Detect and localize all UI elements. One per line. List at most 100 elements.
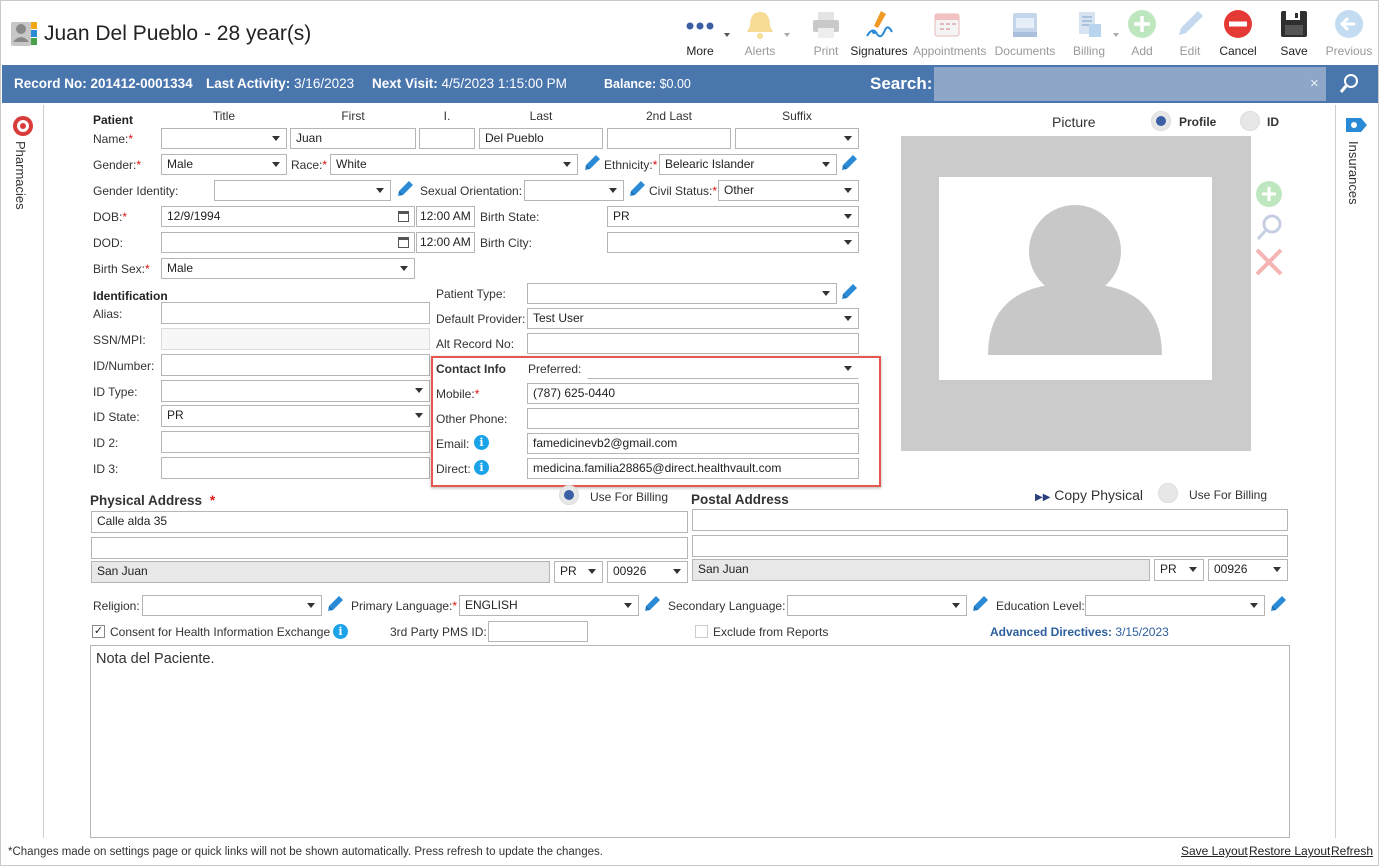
gender-identity-edit-pencil-icon[interactable] <box>396 180 414 198</box>
postal-line1-input[interactable] <box>692 509 1288 531</box>
patient-type-edit-pencil-icon[interactable] <box>840 283 858 301</box>
postal-zip-select[interactable]: 00926 <box>1208 559 1288 581</box>
advanced-directives-link[interactable]: Advanced Directives: 3/15/2023 <box>990 624 1169 640</box>
ssn-input[interactable] <box>161 328 430 350</box>
consent-checkbox[interactable]: ✓ <box>92 625 105 638</box>
second-last-input[interactable] <box>607 128 731 149</box>
direct-info-icon[interactable]: i <box>474 460 489 475</box>
ethnicity-select[interactable]: Belearic Islander <box>659 154 837 175</box>
search-clear-icon[interactable]: × <box>1310 75 1319 92</box>
postal-state-select[interactable]: PR <box>1154 559 1204 581</box>
gender-select[interactable]: Male <box>161 154 287 175</box>
birth-state-select[interactable]: PR <box>607 206 859 227</box>
ethnicity-edit-pencil-icon[interactable] <box>840 154 858 172</box>
first-name-input[interactable]: Juan <box>290 128 416 149</box>
alt-record-input[interactable] <box>527 333 859 354</box>
id2-input[interactable] <box>161 431 430 453</box>
alerts-dropdown-arrow-icon[interactable] <box>784 33 790 37</box>
previous-icon <box>1335 10 1363 38</box>
civil-status-select[interactable]: Other <box>718 180 859 201</box>
id-type-select[interactable] <box>161 380 430 402</box>
calendar-icon[interactable] <box>398 211 409 222</box>
consent-info-icon[interactable]: i <box>333 624 348 639</box>
primary-language-edit-pencil-icon[interactable] <box>643 595 661 613</box>
delete-picture-icon[interactable] <box>1254 247 1284 277</box>
pharmacies-tab[interactable]: Pharmacies <box>13 141 28 210</box>
email-input[interactable]: famedicinevb2@gmail.com <box>527 433 859 454</box>
physical-line2-input[interactable] <box>91 537 688 559</box>
secondary-language-edit-pencil-icon[interactable] <box>971 595 989 613</box>
patient-notes-textarea[interactable]: Nota del Paciente. <box>90 645 1290 838</box>
race-edit-pencil-icon[interactable] <box>583 154 601 172</box>
picture-frame <box>901 136 1251 451</box>
profile-radio[interactable] <box>1151 111 1171 131</box>
cancel-toolbar-button[interactable]: Cancel <box>1210 5 1266 59</box>
signatures-toolbar-button[interactable]: Signatures <box>850 5 908 59</box>
physical-use-billing-radio[interactable] <box>559 485 579 505</box>
dob-time-input[interactable]: 12:00 AM <box>416 206 475 227</box>
birth-city-select[interactable] <box>607 232 859 253</box>
last-name-input[interactable]: Del Pueblo <box>479 128 603 149</box>
add-picture-icon[interactable] <box>1255 180 1283 208</box>
dod-input[interactable] <box>161 232 415 253</box>
pms-id-input[interactable] <box>488 621 588 642</box>
refresh-link[interactable]: Refresh <box>1331 844 1373 858</box>
sexual-orientation-select[interactable] <box>524 180 624 201</box>
race-select[interactable]: White <box>330 154 578 175</box>
secondary-language-select[interactable] <box>787 595 967 616</box>
primary-language-select[interactable]: ENGLISH <box>459 595 639 616</box>
dod-time-input[interactable]: 12:00 AM <box>416 232 475 253</box>
search-icon[interactable] <box>1330 67 1368 101</box>
default-provider-select[interactable]: Test User <box>527 308 859 329</box>
initial-input[interactable] <box>419 128 475 149</box>
info-bar: Record No: 201412-0001334 Last Activity:… <box>2 65 1378 103</box>
search-input[interactable] <box>934 67 1326 101</box>
physical-state-select[interactable]: PR <box>554 561 603 583</box>
education-level-select[interactable] <box>1085 595 1265 616</box>
physical-zip-select[interactable]: 00926 <box>607 561 688 583</box>
copy-physical-button[interactable]: ▶▶ Copy Physical <box>1035 487 1143 506</box>
more-dropdown-arrow-icon[interactable] <box>724 33 730 37</box>
restore-layout-link[interactable]: Restore Layout <box>1249 844 1330 858</box>
appointments-icon <box>934 13 960 37</box>
physical-line1-input[interactable]: Calle alda 35 <box>91 511 688 533</box>
email-info-icon[interactable]: i <box>474 435 489 450</box>
postal-city-input[interactable]: San Juan <box>692 559 1150 581</box>
insurances-icon[interactable] <box>1344 114 1368 136</box>
postal-use-billing-radio[interactable] <box>1158 483 1178 503</box>
previous-toolbar-button[interactable]: Previous <box>1321 5 1377 59</box>
id-state-select[interactable]: PR <box>161 405 430 427</box>
id-radio[interactable] <box>1240 111 1260 131</box>
physical-city-input[interactable]: San Juan <box>91 561 550 583</box>
other-phone-input[interactable] <box>527 408 859 429</box>
dob-input[interactable]: 12/9/1994 <box>161 206 415 227</box>
religion-select[interactable] <box>142 595 322 616</box>
insurances-tab[interactable]: Insurances <box>1346 141 1361 205</box>
title-select[interactable] <box>161 128 287 149</box>
gender-identity-select[interactable] <box>214 180 391 201</box>
patient-type-select[interactable] <box>527 283 837 304</box>
save-layout-link[interactable]: Save Layout <box>1181 844 1248 858</box>
postal-line2-input[interactable] <box>692 535 1288 557</box>
birth-sex-select[interactable]: Male <box>161 258 415 279</box>
id-number-input[interactable] <box>161 354 430 376</box>
documents-toolbar-button[interactable]: Documents <box>995 5 1055 59</box>
suffix-select[interactable] <box>735 128 859 149</box>
alias-input[interactable] <box>161 302 430 324</box>
preferred-select[interactable] <box>587 358 859 379</box>
alerts-toolbar-button[interactable]: Alerts <box>732 5 790 59</box>
mobile-input[interactable]: (787) 625-0440 <box>527 383 859 404</box>
id3-input[interactable] <box>161 457 430 479</box>
more-toolbar-button[interactable]: More <box>672 5 730 59</box>
direct-label: Direct: <box>436 462 471 476</box>
religion-edit-pencil-icon[interactable] <box>326 595 344 613</box>
save-toolbar-button[interactable]: Save <box>1266 5 1322 59</box>
pharmacies-icon[interactable] <box>11 114 35 138</box>
calendar-icon[interactable] <box>398 237 409 248</box>
exclude-reports-checkbox[interactable] <box>695 625 708 638</box>
zoom-picture-icon[interactable] <box>1255 212 1285 242</box>
direct-input[interactable]: medicina.familia28865@direct.healthvault… <box>527 458 859 479</box>
sexual-orientation-edit-pencil-icon[interactable] <box>628 180 646 198</box>
appointments-toolbar-button[interactable]: Appointments <box>913 5 986 59</box>
education-level-edit-pencil-icon[interactable] <box>1269 595 1287 613</box>
